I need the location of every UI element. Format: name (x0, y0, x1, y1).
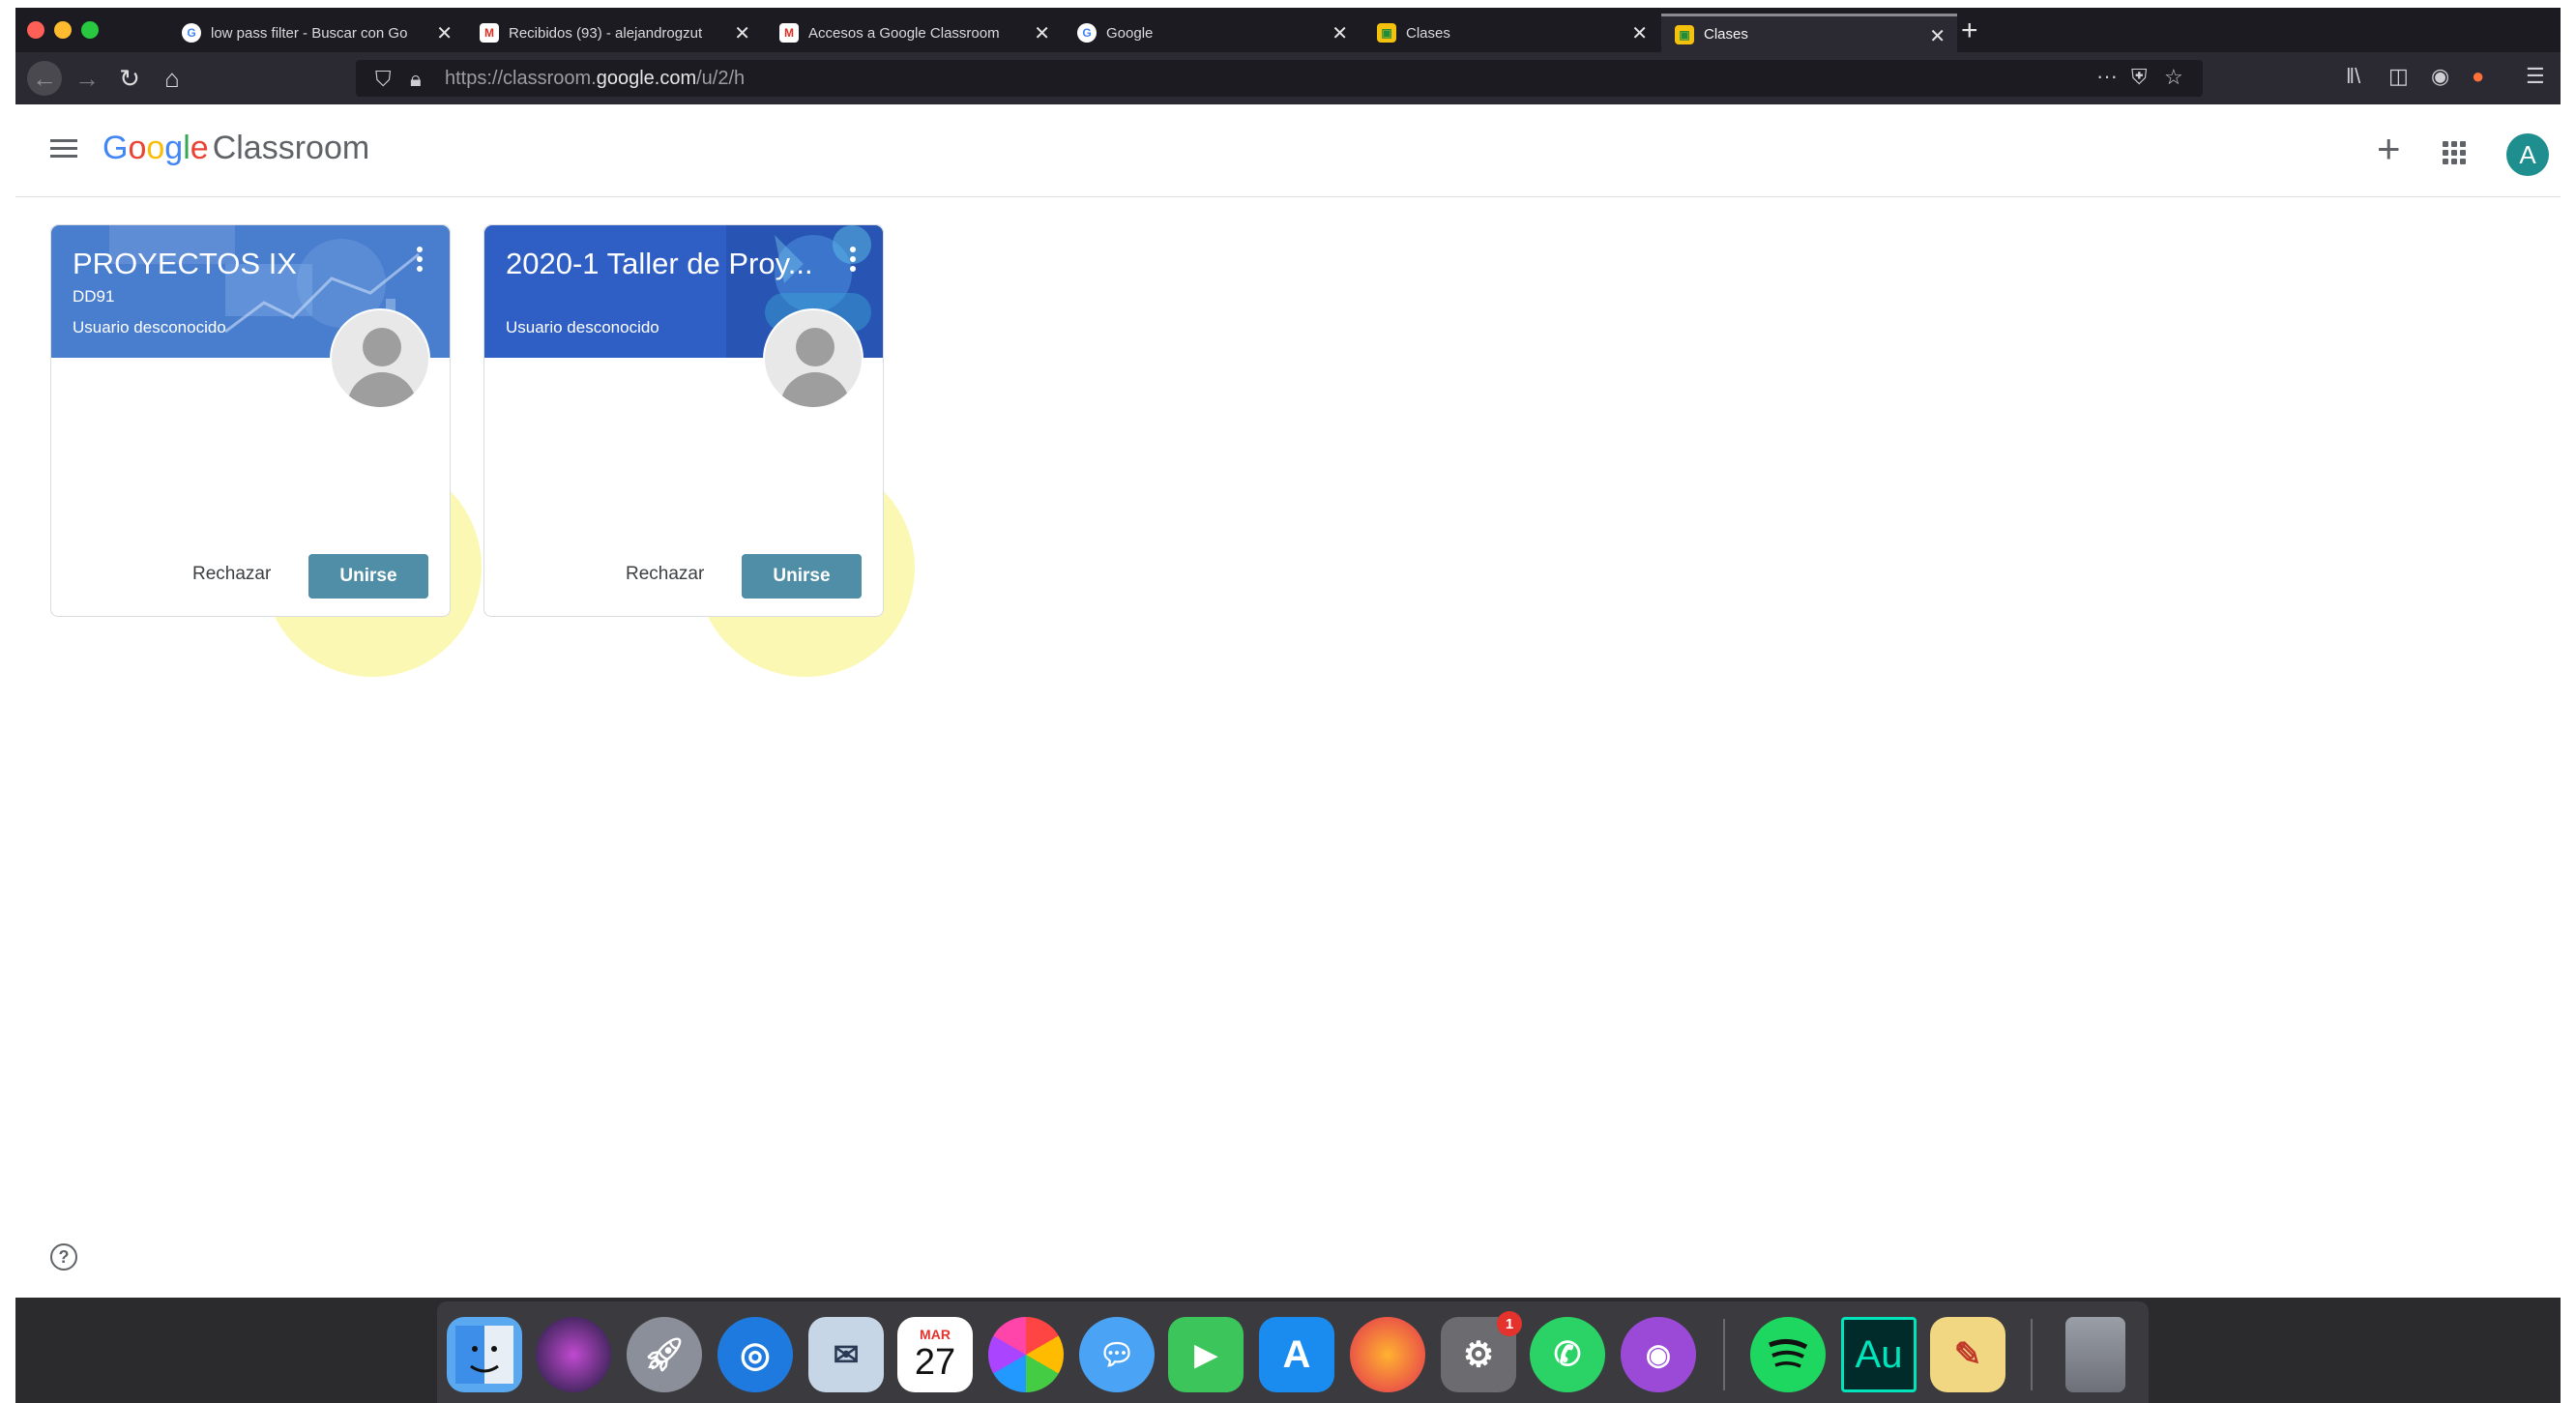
class-card-taller-de-proyectos[interactable]: 2020-1 Taller de Proy... Usuario descono… (483, 224, 884, 617)
tab-title: Accesos a Google Classroom (808, 24, 1000, 42)
join-button[interactable]: Unirse (742, 554, 862, 599)
class-section: DD91 (73, 287, 115, 306)
url-text[interactable]: https://classroom.google.com/u/2/h (445, 68, 745, 90)
extension-icon[interactable]: ● (2472, 64, 2484, 89)
classroom-icon: ▣ (1675, 24, 1694, 44)
gmail-icon: M (779, 23, 799, 43)
podcasts-icon[interactable]: ◉ (1621, 1317, 1696, 1392)
google-apps-icon[interactable] (2443, 141, 2466, 164)
trash-icon[interactable] (2065, 1317, 2125, 1392)
google-icon: G (182, 23, 201, 43)
google-icon: G (1077, 23, 1097, 43)
messages-icon[interactable]: 💬︎ (1079, 1317, 1155, 1392)
owner-avatar (763, 308, 864, 409)
tab-recibidos[interactable]: M Recibidos (93) - alejandrogzut ✕ (466, 14, 762, 52)
library-icon[interactable]: ‖\ (2346, 64, 2360, 89)
bookmark-star-icon[interactable]: ☆ (2164, 65, 2183, 90)
close-tab-icon[interactable]: ✕ (1929, 24, 1946, 48)
dock-separator (1723, 1319, 1725, 1390)
safari-icon[interactable]: ◎ (717, 1317, 793, 1392)
tab-accesos-classroom[interactable]: M Accesos a Google Classroom ✕ (766, 14, 1062, 52)
app-store-icon[interactable]: A (1259, 1317, 1334, 1392)
tab-title: Recibidos (93) - alejandrogzut (509, 24, 703, 42)
system-preferences-icon[interactable]: ⚙ 1 (1441, 1311, 1522, 1392)
mail-preview-icon[interactable]: ✉ (808, 1317, 884, 1392)
textedit-icon[interactable]: ✎ (1930, 1317, 2005, 1392)
tab-google[interactable]: G Google ✕ (1064, 14, 1360, 52)
finder-icon[interactable] (447, 1317, 522, 1392)
audition-icon[interactable]: Au (1841, 1317, 1917, 1392)
close-tab-icon[interactable]: ✕ (1631, 21, 1648, 45)
close-tab-icon[interactable]: ✕ (734, 21, 750, 45)
close-tab-icon[interactable]: ✕ (1332, 21, 1348, 45)
app-header: Google Classroom + A (15, 104, 2561, 197)
owner-avatar (330, 308, 430, 409)
tab-title: low pass filter - Buscar con Go (211, 24, 408, 42)
help-icon[interactable]: ? (50, 1243, 77, 1271)
back-icon[interactable]: ← (27, 61, 62, 96)
whatsapp-icon[interactable]: ✆ (1530, 1317, 1605, 1392)
hamburger-menu-icon[interactable]: ☰ (2526, 64, 2545, 89)
account-icon[interactable]: ◉ (2431, 64, 2449, 89)
more-options-icon[interactable] (417, 247, 423, 276)
tab-title: Clases (1704, 26, 1748, 43)
app-name: Classroom (212, 130, 370, 166)
pocket-icon[interactable]: ⛨ (2131, 65, 2148, 90)
facetime-icon[interactable]: ▶ (1168, 1317, 1244, 1392)
dock-separator (2031, 1319, 2033, 1390)
class-card-proyectos-ix[interactable]: PROYECTOS IX DD91 Usuario desconocido Re… (50, 224, 451, 617)
class-owner: Usuario desconocido (506, 318, 659, 336)
more-options-icon[interactable] (850, 247, 856, 276)
close-window-button[interactable] (27, 21, 44, 39)
tab-strip: G low pass filter - Buscar con Go ✕ M Re… (15, 8, 2561, 52)
tab-title: Google (1106, 24, 1154, 42)
class-title[interactable]: 2020-1 Taller de Proy... (506, 247, 825, 281)
reject-button[interactable]: Rechazar (192, 564, 271, 585)
notification-badge: 1 (1497, 1311, 1522, 1336)
more-actions-icon[interactable]: ··· (2096, 64, 2118, 89)
maximize-window-button[interactable] (81, 21, 99, 39)
tab-title: Clases (1406, 24, 1450, 42)
calendar-day: 27 (914, 1341, 956, 1383)
minimize-window-button[interactable] (54, 21, 72, 39)
lock-icon[interactable]: 🔒︎ (410, 67, 422, 92)
gmail-icon: M (480, 23, 499, 43)
classroom-icon: ▣ (1377, 23, 1396, 43)
calendar-icon[interactable]: MAR 27 (897, 1317, 973, 1392)
shield-icon[interactable]: ⛉ (375, 67, 392, 92)
tab-low-pass-filter[interactable]: G low pass filter - Buscar con Go ✕ (168, 14, 464, 52)
spotify-icon[interactable] (1750, 1317, 1826, 1392)
launchpad-icon[interactable]: 🚀︎ (627, 1317, 702, 1392)
forward-icon[interactable]: → (70, 61, 104, 96)
account-avatar[interactable]: A (2506, 133, 2549, 176)
main-menu-icon[interactable] (50, 139, 77, 159)
home-icon[interactable]: ⌂ (155, 61, 190, 96)
tab-clases-active[interactable]: ▣ Clases ✕ (1661, 14, 1957, 52)
url-bar[interactable]: ⛉ 🔒︎ https://classroom.google.com/u/2/h … (356, 60, 2203, 97)
siri-icon[interactable] (536, 1317, 611, 1392)
firefox-icon[interactable] (1350, 1317, 1425, 1392)
class-owner: Usuario desconocido (73, 318, 226, 336)
browser-window: G low pass filter - Buscar con Go ✕ M Re… (15, 8, 2561, 1403)
reload-icon[interactable]: ↻ (112, 61, 147, 96)
create-join-class-icon[interactable]: + (2377, 126, 2401, 172)
close-tab-icon[interactable]: ✕ (1034, 21, 1050, 45)
calendar-month: MAR (920, 1326, 951, 1342)
google-classroom-logo[interactable]: Google Classroom (102, 130, 369, 167)
sidebar-icon[interactable]: ◫ (2388, 64, 2409, 89)
class-title[interactable]: PROYECTOS IX (73, 247, 392, 281)
join-button[interactable]: Unirse (308, 554, 428, 599)
navigation-toolbar: ← → ↻ ⌂ ⛉ 🔒︎ https://classroom.google.co… (15, 52, 2561, 104)
reject-button[interactable]: Rechazar (626, 564, 704, 585)
new-tab-icon[interactable]: + (1961, 15, 1978, 46)
photos-icon[interactable] (988, 1317, 1064, 1392)
close-tab-icon[interactable]: ✕ (436, 21, 453, 45)
tab-clases[interactable]: ▣ Clases ✕ (1363, 14, 1659, 52)
